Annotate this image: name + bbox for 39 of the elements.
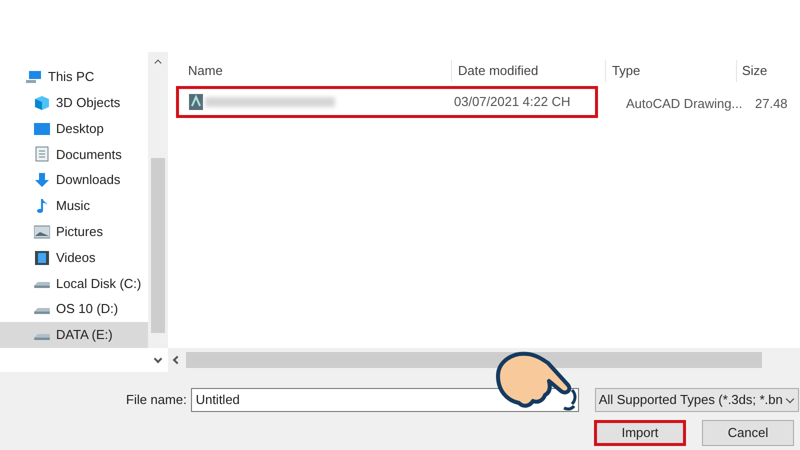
nav-item[interactable]: OS 10 (D:)	[0, 296, 148, 322]
date-cell-text: 03/07/2021 4:22 CH	[454, 93, 570, 112]
document-icon	[34, 146, 50, 162]
nav-item[interactable]: Desktop	[0, 116, 148, 142]
drive-icon	[34, 308, 50, 314]
type-cell-text: AutoCAD Drawing...	[626, 95, 744, 113]
nav-item[interactable]: This PC	[0, 64, 148, 90]
computer-icon	[26, 68, 42, 85]
nav-item[interactable]: Local Disk (C:)	[0, 270, 148, 296]
file-type-dropdown[interactable]: All Supported Types (*.3ds; *.bn	[594, 388, 799, 412]
file-row[interactable]: 03/07/2021 4:22 CH	[176, 86, 598, 118]
drive-icon	[34, 334, 50, 340]
cad-file-icon	[189, 94, 203, 110]
horizontal-scrollbar[interactable]	[168, 348, 800, 372]
file-name-field[interactable]: Untitled	[190, 388, 579, 412]
picture-icon	[34, 224, 50, 240]
column-header[interactable]: Date modified	[451, 60, 605, 82]
nav-item[interactable]: Pictures	[0, 218, 148, 245]
nav-item[interactable]: Downloads	[0, 167, 148, 194]
dialog-button[interactable]: Import	[594, 420, 686, 446]
size-cell-text: 27.48	[755, 95, 788, 113]
nav-item[interactable]: Music	[0, 193, 148, 219]
down-arrow-icon	[34, 172, 50, 188]
column-header[interactable]: Name	[176, 60, 451, 82]
column-header[interactable]: Type	[605, 60, 736, 82]
drive-icon	[34, 282, 50, 288]
scrollbar-thumb[interactable]	[186, 352, 762, 368]
nav-item[interactable]: 3D Objects	[0, 90, 148, 116]
dialog-button[interactable]: Cancel	[702, 420, 794, 446]
vertical-scrollbar[interactable]	[148, 52, 168, 348]
scrollbar-thumb[interactable]	[151, 158, 165, 333]
column-header[interactable]: Size	[736, 60, 800, 82]
nav-item[interactable]: DATA (E:)	[0, 322, 148, 348]
film-icon	[34, 250, 50, 266]
nav-item[interactable]: Videos	[0, 244, 148, 270]
cube-icon	[34, 94, 50, 111]
field-label: File name:	[126, 391, 187, 410]
desktop-icon	[34, 120, 50, 137]
nav-item[interactable]: Documents	[0, 141, 148, 168]
